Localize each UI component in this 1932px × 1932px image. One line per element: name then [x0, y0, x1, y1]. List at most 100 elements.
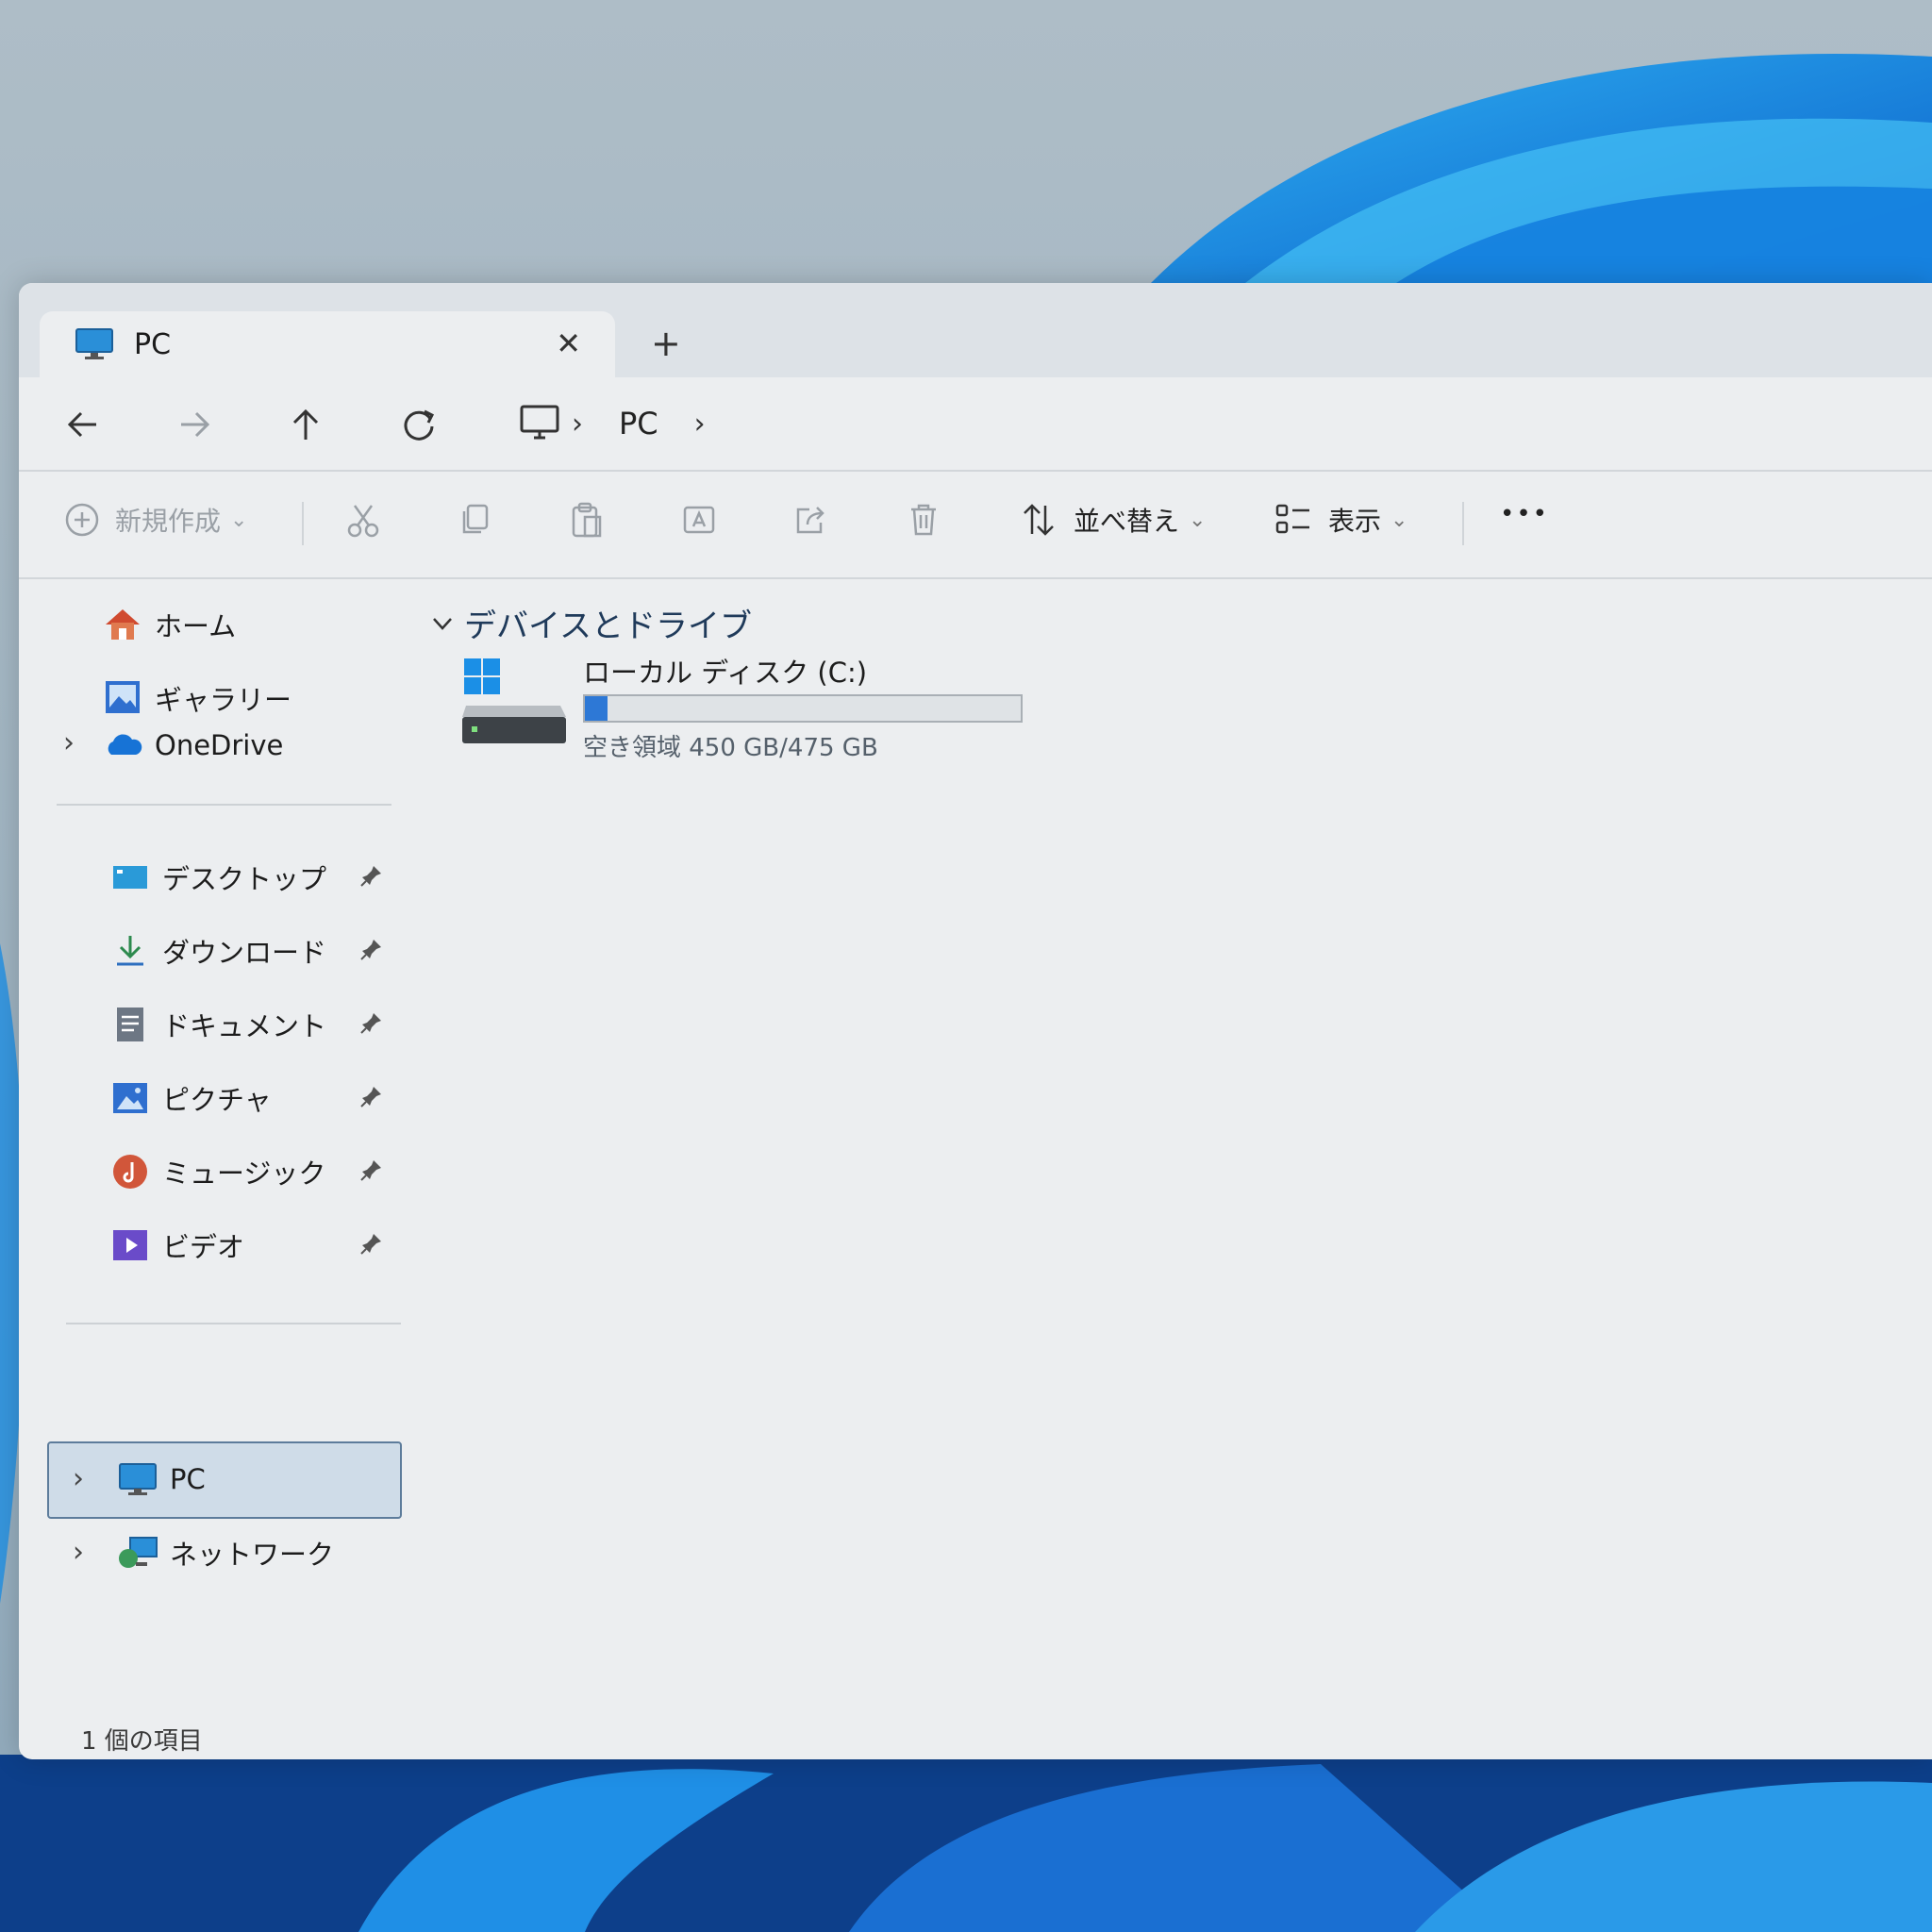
- download-icon: [117, 936, 143, 966]
- sidebar-item-label: PC: [170, 1463, 206, 1495]
- back-arrow-icon[interactable]: [60, 402, 106, 447]
- cut-button[interactable]: [343, 500, 383, 540]
- breadcrumb: › PC ›: [519, 398, 717, 449]
- sidebar-item-label: ビデオ: [162, 1231, 245, 1263]
- copy-button[interactable]: [455, 500, 494, 540]
- sidebar-item-pictures[interactable]: ピクチャ: [109, 1072, 272, 1124]
- sidebar-item-label: OneDrive: [155, 729, 284, 761]
- sidebar-item-desktop[interactable]: デスクトップ: [109, 851, 326, 904]
- share-icon: [796, 507, 824, 534]
- tab-bar: PC ✕ +: [19, 283, 1932, 377]
- up-arrow-icon[interactable]: [283, 402, 328, 447]
- new-tab-button[interactable]: +: [651, 325, 681, 362]
- clipboard-icon: [572, 502, 602, 538]
- refresh-icon[interactable]: [396, 402, 441, 447]
- sidebar-item-network[interactable]: ネットワーク: [117, 1526, 334, 1579]
- sidebar-item-label: ギャラリー: [155, 684, 292, 716]
- more-options-button[interactable]: •••: [1500, 500, 1549, 528]
- monitor-icon: [75, 328, 113, 359]
- rename-icon: [683, 506, 715, 534]
- sidebar-item-label: ダウンロード: [162, 937, 327, 969]
- sidebar-item-downloads[interactable]: ダウンロード: [109, 924, 326, 977]
- file-explorer-window: PC ✕ + › PC › 新規作成 ⌄ 並べ替え ⌄ 表示 ⌄ ••• ホーム…: [19, 283, 1932, 1759]
- share-button[interactable]: [791, 500, 830, 540]
- breadcrumb-separator: ›: [572, 407, 583, 441]
- sidebar-item-pc-selected[interactable]: [47, 1441, 402, 1519]
- new-button[interactable]: 新規作成 ⌄: [62, 500, 247, 540]
- sidebar-divider: [66, 1323, 401, 1324]
- sidebar-item-label: ネットワーク: [170, 1539, 335, 1571]
- sidebar-item-videos[interactable]: ビデオ: [109, 1219, 244, 1272]
- music-icon: [113, 1155, 147, 1189]
- command-separator: [302, 502, 304, 545]
- scissors-icon: [347, 505, 379, 538]
- monitor-icon[interactable]: [519, 404, 560, 443]
- home-icon: [106, 609, 140, 640]
- paste-button[interactable]: [566, 500, 606, 540]
- sidebar-item-label: ミュージック: [162, 1158, 326, 1190]
- command-separator: [1462, 502, 1464, 545]
- sort-arrows-icon: [1024, 504, 1054, 536]
- expand-chevron-icon[interactable]: ›: [64, 1462, 92, 1495]
- sidebar-divider: [57, 804, 391, 806]
- sidebar-item-music[interactable]: ミュージック: [109, 1145, 325, 1198]
- plus-circle-icon: [65, 503, 99, 537]
- close-tab-icon[interactable]: ✕: [556, 326, 581, 360]
- status-item-count: 1 個の項目: [81, 1727, 203, 1756]
- tab-title: PC: [134, 327, 172, 361]
- sidebar-item-label: ホーム: [155, 610, 237, 642]
- video-icon: [113, 1230, 147, 1260]
- gallery-icon: [106, 681, 140, 713]
- chevron-down-icon: ⌄: [230, 508, 248, 532]
- pictures-icon: [113, 1083, 147, 1113]
- pin-icon[interactable]: [358, 1009, 385, 1036]
- pin-icon[interactable]: [358, 862, 385, 889]
- view-button[interactable]: 表示 ⌄: [1274, 500, 1407, 540]
- copy-icon: [462, 504, 489, 534]
- navigation-pane: ホーム ギャラリー › OneDrive デスクトップ ダウンロード ドキュメン…: [19, 577, 415, 1690]
- trash-icon: [911, 504, 936, 536]
- delete-button[interactable]: [904, 500, 943, 540]
- drive-free-space: 空き領域 450 GB/475 GB: [583, 734, 878, 762]
- command-bar: 新規作成 ⌄ 並べ替え ⌄ 表示 ⌄ •••: [19, 472, 1932, 579]
- forward-arrow-icon[interactable]: [172, 402, 217, 447]
- sidebar-item-label: ドキュメント: [162, 1010, 327, 1042]
- content-area: デバイスとドライブ ローカル ディスク (C:) 空き領域 450 GB/475…: [415, 577, 1932, 1690]
- pin-icon[interactable]: [358, 1230, 385, 1257]
- rename-button[interactable]: [679, 500, 719, 540]
- sidebar-item-pc[interactable]: PC: [117, 1453, 206, 1506]
- chevron-down-icon: ⌄: [1189, 508, 1207, 532]
- drive-usage-fill: [585, 696, 608, 721]
- section-title: デバイスとドライブ: [464, 608, 752, 645]
- document-icon: [117, 1008, 143, 1041]
- tab-pc[interactable]: PC ✕: [40, 311, 615, 377]
- sidebar-item-label: ピクチャ: [162, 1084, 272, 1116]
- sidebar-item-onedrive[interactable]: OneDrive: [102, 719, 283, 772]
- new-label: 新規作成: [115, 506, 222, 537]
- expand-chevron-icon[interactable]: ›: [64, 1536, 92, 1569]
- network-icon: [119, 1537, 158, 1568]
- breadcrumb-chevron[interactable]: ›: [694, 408, 706, 441]
- windows-drive-icon: [462, 658, 566, 743]
- drive-item-c[interactable]: ローカル ディスク (C:) 空き領域 450 GB/475 GB: [462, 643, 1047, 766]
- monitor-icon: [119, 1463, 157, 1495]
- section-header[interactable]: デバイスとドライブ: [428, 600, 752, 646]
- expand-chevron-icon[interactable]: ›: [55, 726, 83, 759]
- sidebar-item-label: デスクトップ: [162, 863, 327, 895]
- sidebar-item-home[interactable]: ホーム: [102, 598, 236, 651]
- cloud-icon: [108, 734, 142, 755]
- chevron-down-icon: ⌄: [1391, 508, 1408, 532]
- sidebar-item-documents[interactable]: ドキュメント: [109, 998, 326, 1051]
- drive-usage-bar: [583, 694, 1023, 723]
- navigation-bar: › PC ›: [19, 377, 1932, 472]
- pin-icon[interactable]: [358, 936, 385, 962]
- drive-name: ローカル ディスク (C:): [583, 657, 868, 689]
- breadcrumb-item-pc[interactable]: PC: [619, 406, 658, 441]
- view-label: 表示: [1328, 506, 1382, 537]
- sidebar-item-gallery[interactable]: ギャラリー: [102, 672, 291, 724]
- pin-icon[interactable]: [358, 1083, 385, 1109]
- chevron-down-icon: [433, 617, 452, 630]
- sort-button[interactable]: 並べ替え ⌄: [1019, 500, 1206, 540]
- pin-icon[interactable]: [358, 1157, 385, 1183]
- view-layout-icon: [1275, 504, 1309, 534]
